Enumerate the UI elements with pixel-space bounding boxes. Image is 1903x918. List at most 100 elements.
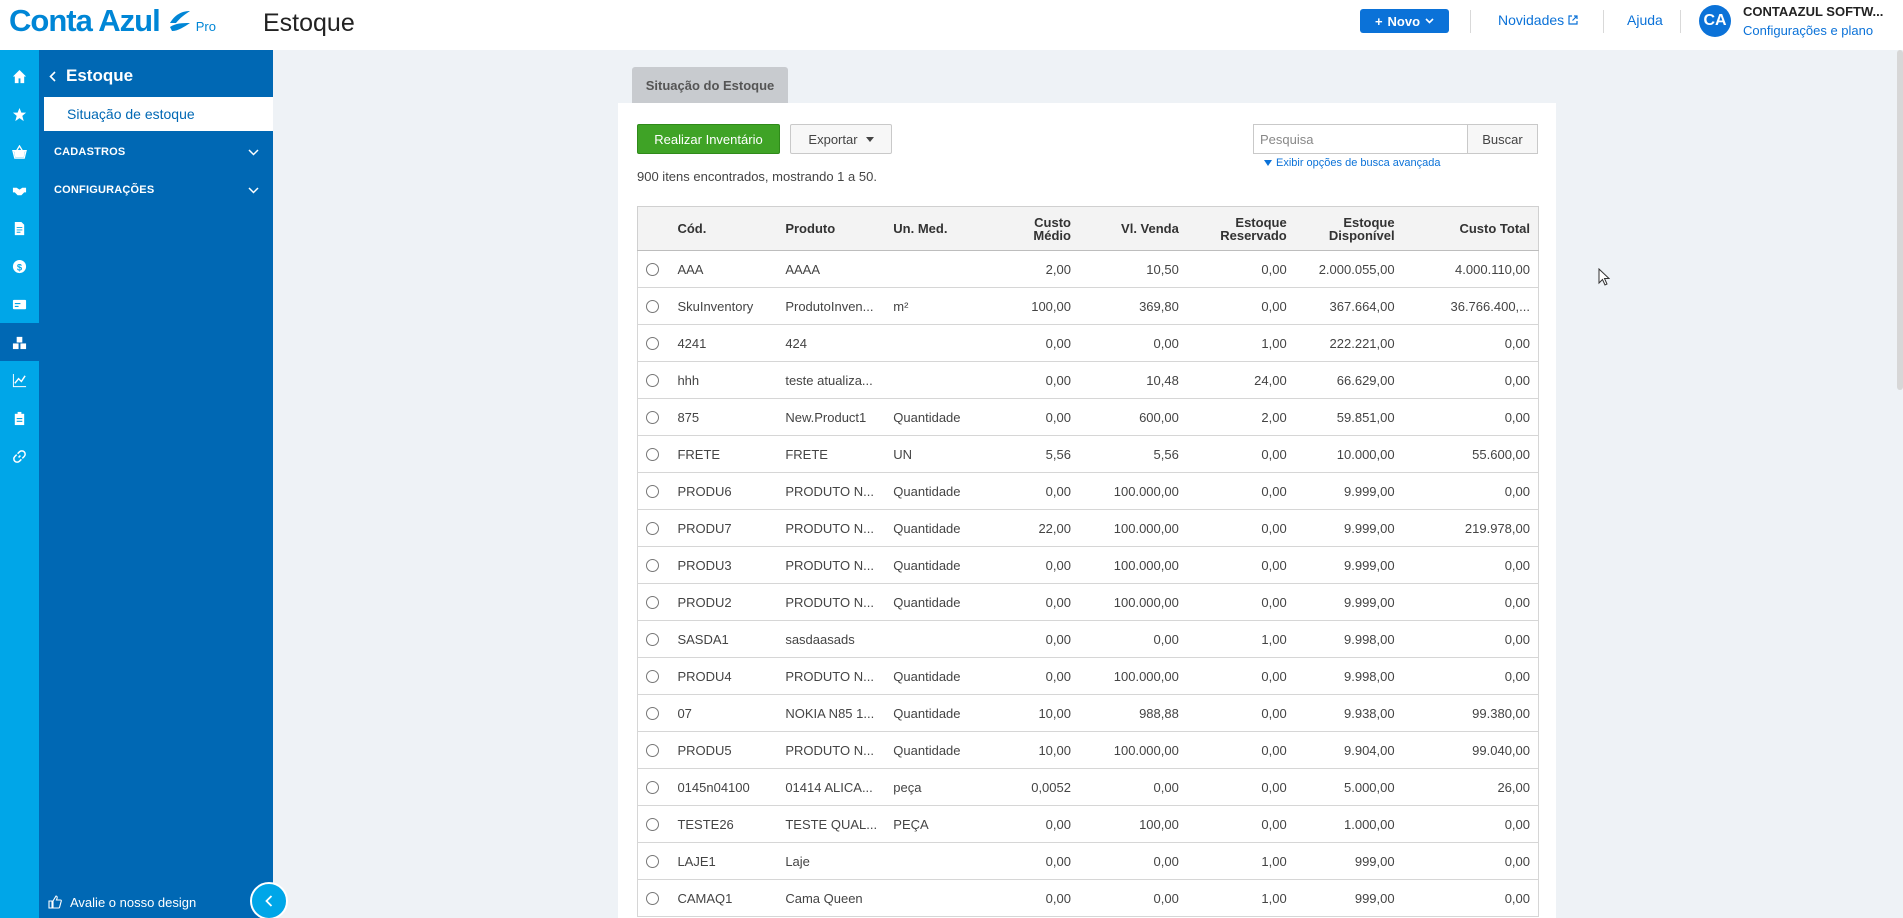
table-row[interactable]: SASDA1 sasdaasads 0,00 0,00 1,00 9.998,00 0,00 — [637, 620, 1539, 658]
header-separator — [1470, 10, 1471, 33]
cell-estoque-reservado: 0,00 — [1186, 694, 1295, 732]
cell-custo-total: 0,00 — [1402, 842, 1539, 880]
page-scrollbar[interactable] — [1897, 50, 1903, 390]
menu-group-label: CADASTROS — [54, 146, 126, 158]
cell-custo-total: 55.600,00 — [1402, 435, 1539, 473]
collapse-menu-button[interactable] — [250, 882, 288, 918]
table-row[interactable]: PRODU4 PRODUTO N... Quantidade 0,00 100.000,… — [637, 657, 1539, 695]
company-name: CONTAAZUL SOFTW... — [1743, 4, 1884, 19]
table-row[interactable]: 07 NOKIA N85 1... Quantidade 10,00 988,88 0,0… — [637, 694, 1539, 732]
row-radio[interactable] — [646, 521, 659, 535]
cell-vl-venda: 100.000,00 — [1078, 546, 1187, 584]
row-radio[interactable] — [646, 373, 659, 387]
column-header-custo-total[interactable]: Custo Total — [1402, 206, 1539, 251]
cell-estoque-reservado: 0,00 — [1186, 435, 1295, 473]
table-row[interactable]: PRODU3 PRODUTO N... Quantidade 0,00 100.000,… — [637, 546, 1539, 584]
row-radio[interactable] — [646, 299, 659, 313]
novidades-label: Novidades — [1498, 12, 1565, 28]
boxes-icon[interactable] — [0, 323, 39, 361]
row-radio[interactable] — [646, 632, 659, 646]
menu-group-cadastros[interactable]: CADASTROS — [54, 146, 259, 158]
table-row[interactable]: PRODU7 PRODUTO N... Quantidade 22,00 100.000… — [637, 509, 1539, 547]
inventory-button[interactable]: Realizar Inventário — [637, 124, 780, 154]
export-button[interactable]: Exportar — [790, 124, 892, 154]
rate-design-label: Avalie o nosso design — [70, 894, 197, 910]
column-header-estoque-reservado[interactable]: Estoque Reservado — [1186, 206, 1295, 251]
table-row[interactable]: TESTE26 TESTE QUAL... PEÇA 0,00 100,00 0,00 1.… — [637, 805, 1539, 843]
row-select-cell — [637, 879, 672, 917]
column-header-produto[interactable]: Produto — [779, 206, 888, 251]
advanced-search-link[interactable]: Exibir opções de busca avançada — [1264, 157, 1441, 169]
logo[interactable]: Conta Azul Pro — [9, 4, 216, 38]
table-row[interactable]: PRODU6 PRODUTO N... Quantidade 0,00 100.000,… — [637, 472, 1539, 510]
row-radio[interactable] — [646, 447, 659, 461]
row-radio[interactable] — [646, 743, 659, 757]
tab-situacao-estoque[interactable]: Situação do Estoque — [632, 67, 788, 103]
ajuda-link[interactable]: Ajuda — [1627, 12, 1663, 28]
search-button[interactable]: Buscar — [1467, 124, 1538, 154]
column-header-un-med[interactable]: Un. Med. — [887, 206, 998, 251]
table-row[interactable]: 0145n04100 01414 ALICA... peça 0,0052 0,00 0,… — [637, 768, 1539, 806]
cell-estoque-disponivel: 999,00 — [1294, 842, 1403, 880]
cell-un-med: m² — [887, 287, 998, 325]
menu-group-configuracoes[interactable]: CONFIGURAÇÕES — [54, 184, 259, 196]
row-radio[interactable] — [646, 595, 659, 609]
row-radio[interactable] — [646, 336, 659, 350]
row-radio[interactable] — [646, 706, 659, 720]
table-row[interactable]: LAJE1 Laje 0,00 0,00 1,00 999,00 0,00 — [637, 842, 1539, 880]
chart-icon[interactable] — [0, 361, 39, 399]
table-row[interactable]: PRODU5 PRODUTO N... Quantidade 10,00 100.000… — [637, 731, 1539, 769]
document-icon[interactable] — [0, 209, 39, 247]
home-icon[interactable] — [0, 57, 39, 95]
row-radio[interactable] — [646, 410, 659, 424]
row-radio[interactable] — [646, 669, 659, 683]
column-header-estoque-disponivel[interactable]: Estoque Disponível — [1294, 206, 1403, 251]
row-select-cell — [637, 250, 672, 288]
star-icon[interactable] — [0, 95, 39, 133]
table-row[interactable]: SkuInventory ProdutoInven... m² 100,00 369,8… — [637, 287, 1539, 325]
cell-custo-medio: 0,00 — [997, 583, 1079, 621]
column-header-vl-venda[interactable]: Vl. Venda — [1078, 206, 1187, 251]
clipboard-icon[interactable] — [0, 399, 39, 437]
link-icon[interactable] — [0, 437, 39, 475]
row-radio[interactable] — [646, 854, 659, 868]
cell-custo-medio: 10,00 — [997, 731, 1079, 769]
table-row[interactable]: FRETE FRETE UN 5,56 5,56 0,00 10.000,00 55.600,… — [637, 435, 1539, 473]
column-header-cod[interactable]: Cód. — [671, 206, 780, 251]
table-row[interactable]: 875 New.Product1 Quantidade 0,00 600,00 2,00 5… — [637, 398, 1539, 436]
dollar-icon[interactable]: $ — [0, 247, 39, 285]
cell-estoque-reservado: 0,00 — [1186, 805, 1295, 843]
cell-vl-venda: 0,00 — [1078, 879, 1187, 917]
table-row[interactable]: 4241 424 0,00 0,00 1,00 222.221,00 0,00 — [637, 324, 1539, 362]
row-radio[interactable] — [646, 262, 659, 276]
results-count: 900 itens encontrados, mostrando 1 a 50. — [637, 169, 877, 184]
table-row[interactable]: PRODU2 PRODUTO N... Quantidade 0,00 100.000,… — [637, 583, 1539, 621]
novidades-link[interactable]: Novidades — [1498, 12, 1578, 28]
card-icon[interactable] — [0, 285, 39, 323]
search-input[interactable] — [1253, 124, 1467, 154]
row-radio[interactable] — [646, 558, 659, 572]
cell-un-med: Quantidade — [887, 398, 998, 436]
cell-cod: PRODU4 — [671, 657, 780, 695]
basket-icon[interactable] — [0, 133, 39, 171]
table-row[interactable]: AAA AAAA 2,00 10,50 0,00 2.000.055,00 4.000.11… — [637, 250, 1539, 288]
row-radio[interactable] — [646, 780, 659, 794]
column-header-custo-medio[interactable]: Custo Médio — [997, 206, 1079, 251]
row-radio[interactable] — [646, 891, 659, 905]
row-select-cell — [637, 398, 672, 436]
menu-item-situacao-estoque[interactable]: Situação de estoque — [44, 97, 273, 131]
row-radio[interactable] — [646, 817, 659, 831]
handshake-icon[interactable] — [0, 171, 39, 209]
cell-cod: FRETE — [671, 435, 780, 473]
row-radio[interactable] — [646, 484, 659, 498]
table-row[interactable]: hhh teste atualiza... 0,00 10,48 24,00 66.629… — [637, 361, 1539, 399]
avatar[interactable]: CA — [1699, 5, 1731, 37]
row-select-cell — [637, 842, 672, 880]
cell-custo-medio: 22,00 — [997, 509, 1079, 547]
menu-back[interactable]: Estoque — [49, 66, 133, 86]
plan-settings-link[interactable]: Configurações e plano — [1743, 23, 1883, 38]
cell-produto: NOKIA N85 1... — [779, 694, 888, 732]
table-row[interactable]: CAMAQ1 Cama Queen 0,00 0,00 1,00 999,00 0,00 — [637, 879, 1539, 917]
novo-button[interactable]: + Novo — [1360, 9, 1449, 33]
stock-table: Cód. Produto Un. Med. Custo Médio Vl. Ve… — [637, 206, 1539, 917]
